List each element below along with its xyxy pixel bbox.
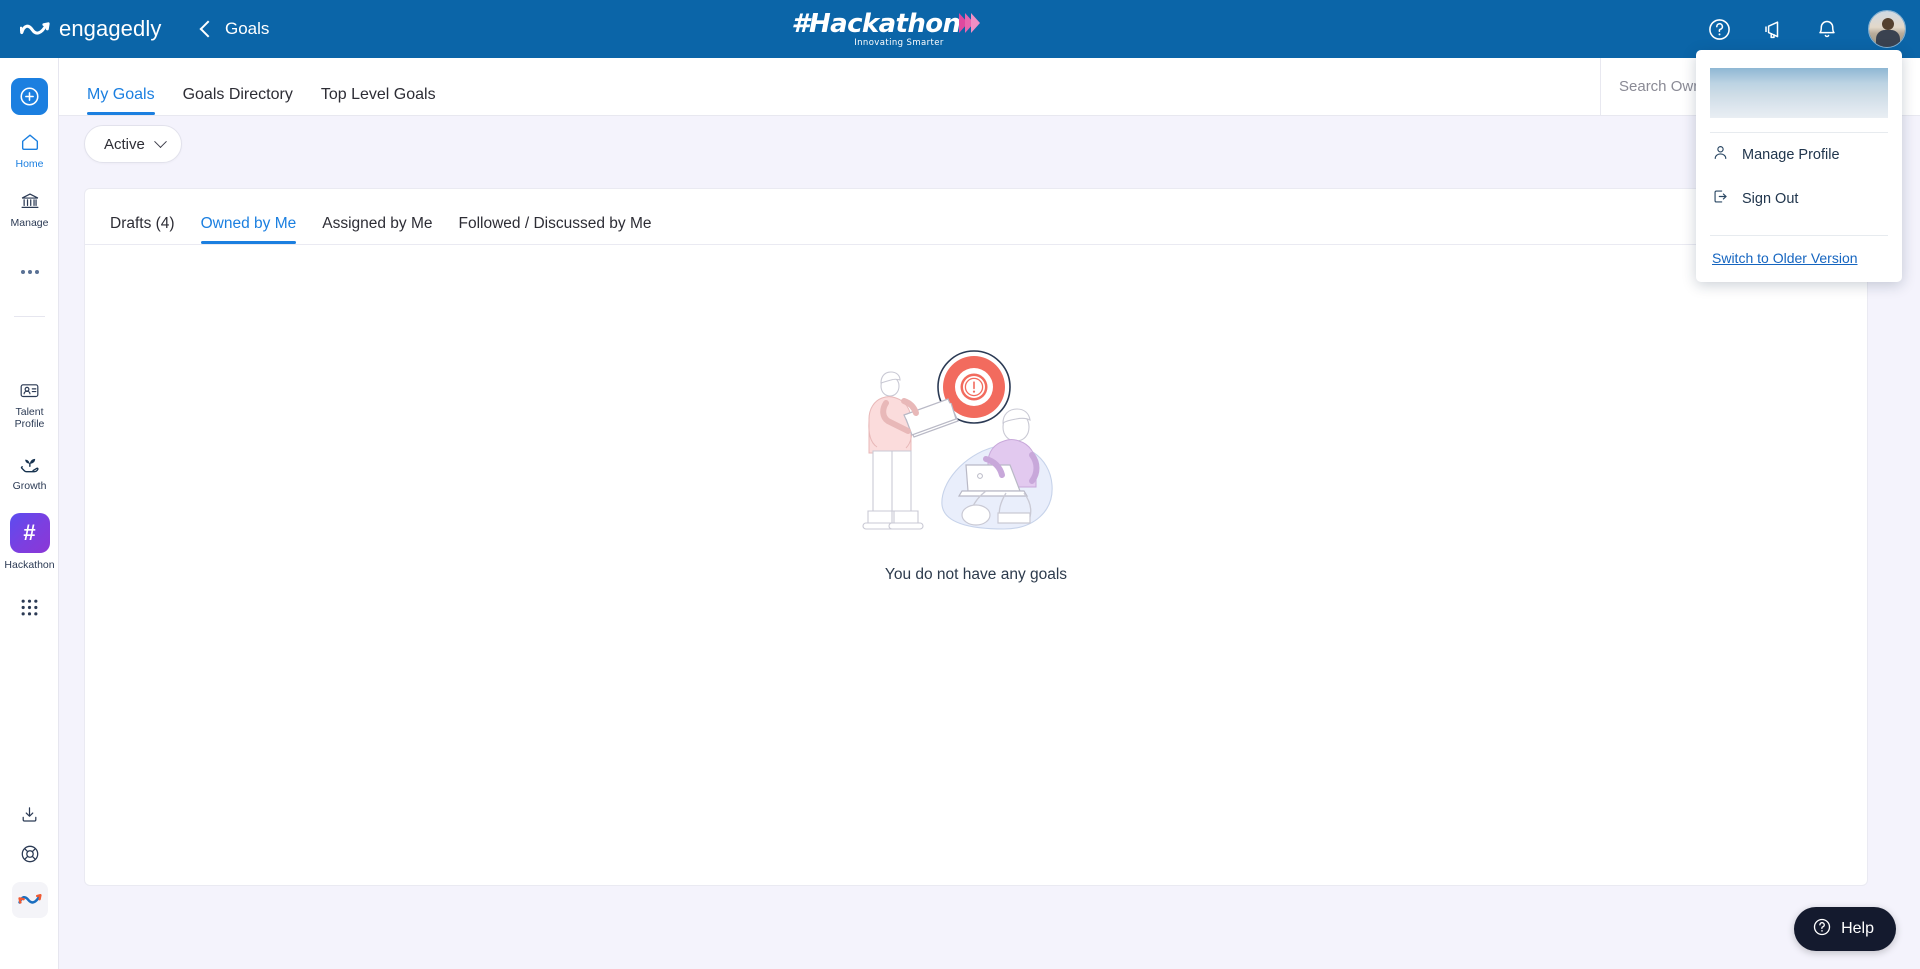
sidebar-item-label: Hackathon bbox=[4, 559, 55, 571]
engagedly-mini-logo-icon bbox=[11, 882, 48, 918]
help-fab-label: Help bbox=[1841, 920, 1874, 937]
apps-grid-icon bbox=[20, 595, 39, 619]
tab-goals-directory[interactable]: Goals Directory bbox=[183, 86, 293, 115]
brand-name: engagedly bbox=[59, 16, 162, 41]
sidebar-item-apps[interactable] bbox=[0, 595, 59, 619]
chevron-left-icon bbox=[199, 20, 217, 38]
logout-icon bbox=[1712, 188, 1729, 210]
tab-top-level-goals[interactable]: Top Level Goals bbox=[321, 86, 436, 115]
sidebar-item-home[interactable]: Home bbox=[0, 130, 59, 170]
menu-item-label: Sign Out bbox=[1742, 191, 1799, 207]
tab-my-goals[interactable]: My Goals bbox=[87, 86, 155, 115]
more-dots-icon bbox=[20, 260, 39, 284]
download-icon bbox=[19, 802, 40, 826]
empty-state-illustration bbox=[856, 343, 1096, 548]
status-filter-dropdown[interactable]: Active bbox=[84, 125, 182, 163]
subtab-followed-discussed-by-me[interactable]: Followed / Discussed by Me bbox=[459, 215, 652, 244]
notifications-bell-icon[interactable] bbox=[1814, 16, 1840, 42]
avatar-body bbox=[1876, 30, 1900, 47]
subtab-owned-by-me[interactable]: Owned by Me bbox=[200, 215, 296, 244]
help-fab-button[interactable]: Help bbox=[1794, 907, 1896, 951]
hackathon-campaign-logo: #Hackathon Innovating Smarter bbox=[786, 8, 986, 50]
sidebar-item-more[interactable] bbox=[0, 260, 59, 284]
sidebar-divider bbox=[14, 316, 45, 317]
brand-logo[interactable]: engagedly bbox=[19, 16, 180, 42]
announcements-icon[interactable] bbox=[1760, 16, 1786, 42]
profile-loading-skeleton bbox=[1710, 68, 1888, 118]
sidebar-item-engagedly-mini[interactable] bbox=[0, 882, 59, 918]
id-badge-icon bbox=[18, 378, 41, 402]
help-icon[interactable] bbox=[1706, 16, 1732, 42]
engagedly-swoosh-logo-icon bbox=[19, 18, 50, 40]
question-circle-icon bbox=[1812, 917, 1832, 942]
empty-state-message: You do not have any goals bbox=[884, 566, 1068, 583]
goal-subtabs: Drafts (4) Owned by Me Assigned by Me Fo… bbox=[85, 189, 1867, 245]
sidebar-item-label: Talent Profile bbox=[14, 406, 45, 431]
sidebar-item-talent-profile[interactable]: Talent Profile bbox=[0, 378, 59, 430]
subtab-drafts[interactable]: Drafts (4) bbox=[110, 215, 175, 244]
switch-to-older-version-link[interactable]: Switch to Older Version bbox=[1712, 250, 1858, 266]
hackathon-tagline: Innovating Smarter bbox=[854, 37, 944, 48]
triple-chevron-right-icon bbox=[959, 13, 981, 33]
filter-row: Active bbox=[84, 125, 182, 163]
menu-item-manage-profile[interactable]: Manage Profile bbox=[1696, 133, 1902, 177]
goals-card: Drafts (4) Owned by Me Assigned by Me Fo… bbox=[84, 188, 1868, 886]
bank-building-icon bbox=[19, 189, 41, 213]
breadcrumb-label: Goals bbox=[225, 19, 270, 38]
switch-version-wrap: Switch to Older Version bbox=[1696, 236, 1902, 268]
empty-state: You do not have any goals bbox=[85, 343, 1867, 584]
avatar[interactable] bbox=[1868, 10, 1906, 48]
back-to-goals-nav[interactable]: Goals bbox=[199, 19, 270, 39]
primary-tabs-bar: My Goals Goals Directory Top Level Goals bbox=[59, 58, 1920, 116]
sidebar-item-label: Manage bbox=[10, 217, 49, 229]
lifebuoy-support-icon bbox=[19, 842, 41, 866]
sidebar-item-label: Home bbox=[15, 158, 44, 170]
sidebar-item-manage[interactable]: Manage bbox=[0, 189, 59, 229]
user-icon bbox=[1712, 144, 1729, 166]
chevron-down-icon bbox=[153, 134, 167, 148]
hash-tile-icon: # bbox=[9, 513, 50, 553]
sidebar-item-download[interactable] bbox=[0, 802, 59, 826]
home-icon bbox=[19, 130, 41, 154]
avatar-head bbox=[1882, 18, 1894, 30]
profile-dropdown-menu: Manage Profile Sign Out Switch to Older … bbox=[1696, 50, 1902, 282]
sidebar-item-support[interactable] bbox=[0, 842, 59, 866]
menu-item-sign-out[interactable]: Sign Out bbox=[1696, 177, 1902, 221]
menu-item-label: Manage Profile bbox=[1742, 147, 1840, 163]
left-sidebar: Home Manage Talent Profile Growth # Hack… bbox=[0, 58, 59, 969]
create-new-button[interactable] bbox=[11, 78, 48, 115]
hackathon-logo-row: #Hackathon bbox=[792, 11, 981, 37]
sidebar-item-growth[interactable]: Growth bbox=[0, 452, 59, 492]
status-filter-label: Active bbox=[104, 135, 145, 153]
sidebar-item-hackathon[interactable]: # Hackathon bbox=[0, 513, 59, 571]
sprout-in-hand-icon bbox=[18, 452, 42, 476]
subtab-assigned-by-me[interactable]: Assigned by Me bbox=[322, 215, 432, 244]
sidebar-item-label: Growth bbox=[12, 480, 47, 492]
top-header: engagedly Goals #Hackathon Innovating Sm… bbox=[0, 0, 1920, 58]
hackathon-wordmark: #Hackathon bbox=[791, 8, 962, 39]
